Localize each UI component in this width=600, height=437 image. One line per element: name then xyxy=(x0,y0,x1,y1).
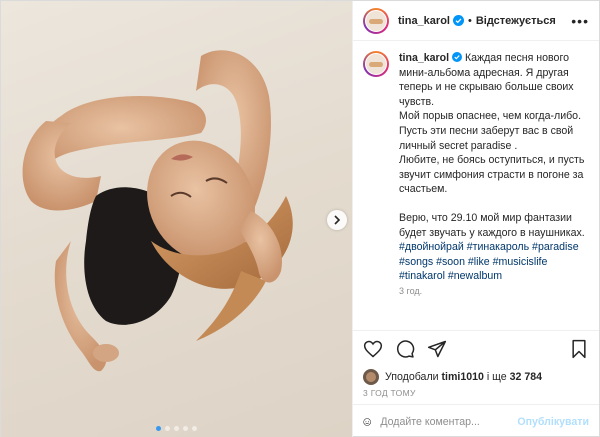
carousel-dot xyxy=(183,426,188,431)
post-timestamp[interactable]: 3 ГОД ТОМУ xyxy=(353,388,599,404)
comment-input[interactable] xyxy=(380,415,518,428)
next-slide-button[interactable] xyxy=(327,210,347,230)
post-photo[interactable] xyxy=(1,1,352,437)
carousel-dot xyxy=(165,426,170,431)
post-image xyxy=(22,50,293,372)
caption-line: счастьем. xyxy=(399,183,448,196)
carousel-dot xyxy=(156,426,161,431)
caption-line: теперь и не скрываю больше своих xyxy=(399,81,574,94)
instagram-post: tina_karol • Відстежується ••• tina_karo… xyxy=(0,0,600,437)
send-icon[interactable] xyxy=(427,339,447,359)
publish-button[interactable]: Опублікувати xyxy=(517,416,589,428)
likes-count[interactable]: 32 784 xyxy=(510,371,542,383)
likes-user[interactable]: timi1010 xyxy=(442,371,484,383)
caption-line: Каждая песня нового xyxy=(464,52,569,64)
hashtags-line[interactable]: #songs #soon #like #musicislife xyxy=(399,255,585,270)
verified-badge-icon xyxy=(452,52,462,62)
smiley-icon[interactable] xyxy=(363,412,371,432)
caption-text: tina_karol Каждая песня нового мини-альб… xyxy=(399,51,585,299)
comment-bar: Опублікувати xyxy=(353,404,599,437)
likes-middle: і ще xyxy=(486,371,507,383)
comment-icon[interactable] xyxy=(395,339,415,359)
caption-line: Мой порыв опаснее, чем когда-либо. xyxy=(399,110,582,123)
caption-line: чувств. xyxy=(399,95,435,108)
hashtags-line[interactable]: #tinakarol #newalbum xyxy=(399,269,585,284)
caption-username[interactable]: tina_karol xyxy=(399,52,449,64)
following-button[interactable]: Відстежується xyxy=(476,15,556,27)
header-separator: • xyxy=(467,14,472,27)
caption-line: Верю, что 29.10 мой мир фантазии xyxy=(399,211,572,224)
more-options-icon[interactable]: ••• xyxy=(571,14,589,28)
caption-section: tina_karol Каждая песня нового мини-альб… xyxy=(353,41,599,330)
avatar[interactable] xyxy=(363,51,389,77)
avatar[interactable] xyxy=(363,7,389,34)
likes-prefix: Уподобали xyxy=(385,371,439,383)
header-username[interactable]: tina_karol xyxy=(398,15,450,27)
carousel-dots xyxy=(1,426,352,431)
caption-line: Пусть эти песни заберут вас в свой xyxy=(399,124,574,137)
verified-badge-icon xyxy=(452,15,464,26)
post-header: tina_karol • Відстежується ••• xyxy=(353,1,599,41)
caption-line: будет звучать у каждого в наушниках. xyxy=(399,226,585,239)
carousel-dot xyxy=(174,426,179,431)
caption-line: мини-альбома адресная. Я другая xyxy=(399,66,569,79)
caption-line: личный secret paradise . xyxy=(399,139,518,152)
avatar[interactable] xyxy=(363,369,379,385)
heart-icon[interactable] xyxy=(363,339,383,359)
caption-line: звучит симфония страсти в погоне за xyxy=(399,168,584,181)
chevron-right-icon xyxy=(334,215,341,225)
post-details-panel: tina_karol • Відстежується ••• tina_karo… xyxy=(352,1,599,437)
carousel-dot xyxy=(192,426,197,431)
caption-time: 3 год. xyxy=(399,285,423,296)
hashtags-line[interactable]: #двойнойрай #тинакароль #paradise xyxy=(399,240,585,255)
action-bar xyxy=(353,330,599,366)
caption-row: tina_karol Каждая песня нового мини-альб… xyxy=(363,51,589,299)
bookmark-icon[interactable] xyxy=(569,339,589,359)
caption-line: Любите, не боясь оступиться, и пусть xyxy=(399,154,585,167)
likes-summary: Уподобали timi1010 і ще 32 784 xyxy=(353,366,599,388)
